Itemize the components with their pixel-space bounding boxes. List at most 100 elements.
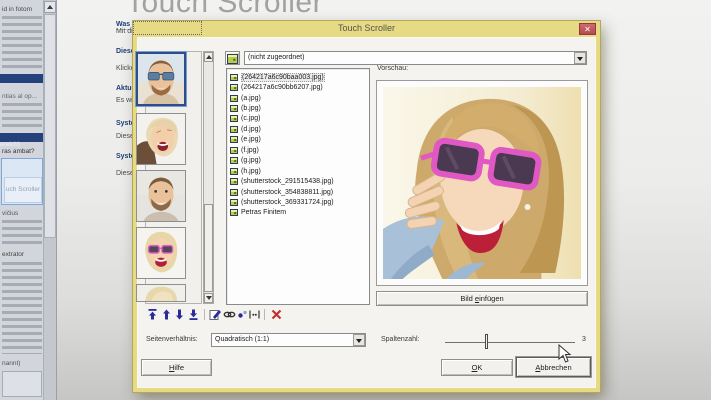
sidebar-selected-bar[interactable] bbox=[0, 74, 43, 83]
aspect-ratio-value: Quadratisch (1:1) bbox=[211, 333, 366, 347]
dropdown-arrow-icon bbox=[577, 57, 583, 61]
image-file-icon bbox=[230, 189, 238, 196]
file-name: (a.jpg) bbox=[241, 95, 261, 102]
thumb-scroll-down-button[interactable] bbox=[204, 293, 213, 303]
image-file-icon bbox=[230, 168, 238, 175]
sidebar-item-nannt[interactable]: nannt) bbox=[2, 360, 43, 367]
close-button[interactable]: ✕ bbox=[579, 23, 596, 35]
help-button[interactable]: Hilfe bbox=[141, 359, 212, 376]
rename-icon[interactable] bbox=[248, 308, 261, 321]
dialog-titlebar[interactable]: Touch Scroller ✕ bbox=[133, 21, 600, 37]
file-row[interactable]: (e.jpg) bbox=[227, 135, 369, 145]
file-name: (shutterstock_354838811.jpg) bbox=[241, 189, 333, 196]
sidebar-skeleton-lines bbox=[2, 103, 42, 130]
sidebar-scrollbar-thumb[interactable] bbox=[44, 14, 56, 238]
file-name: (g.jpg) bbox=[241, 157, 261, 164]
image-category-button[interactable] bbox=[225, 51, 240, 65]
file-row[interactable]: (shutterstock_291515438.jpg) bbox=[227, 176, 369, 186]
file-name: (h.jpg) bbox=[241, 168, 261, 175]
toolbar-separator bbox=[204, 309, 205, 320]
category-combobox[interactable]: (nicht zugeordnet) bbox=[244, 51, 587, 65]
file-name: (shutterstock_291515438.jpg) bbox=[241, 178, 334, 185]
thumb-scrollbar-thumb[interactable] bbox=[204, 204, 213, 292]
file-row[interactable]: (shutterstock_354838811.jpg) bbox=[227, 187, 369, 197]
file-name: (f.jpg) bbox=[241, 147, 259, 154]
up-arrow-icon bbox=[206, 55, 212, 59]
sidebar-item-fotom[interactable]: id in fotom bbox=[2, 6, 43, 13]
aspect-ratio-combobox[interactable]: Quadratisch (1:1) bbox=[211, 333, 366, 347]
sidebar-item-ereich[interactable]: ereich) bbox=[0, 141, 20, 148]
file-name: (b.jpg) bbox=[241, 105, 261, 112]
thumbnail-man-blue-sunglasses[interactable] bbox=[136, 52, 186, 106]
sidebar-selected-bar-2[interactable]: ereich) bbox=[0, 133, 43, 142]
file-name: (d.jpg) bbox=[241, 126, 261, 133]
move-down-icon[interactable] bbox=[173, 308, 186, 321]
sidebar-tile-label[interactable]: uch Scroller bbox=[4, 177, 42, 203]
mouse-cursor bbox=[558, 344, 572, 364]
image-file-icon bbox=[230, 115, 238, 122]
image-file-icon bbox=[230, 178, 238, 185]
file-row[interactable]: (h.jpg) bbox=[227, 166, 369, 176]
columns-slider-thumb[interactable] bbox=[485, 334, 488, 349]
file-row[interactable]: (b.jpg) bbox=[227, 103, 369, 113]
image-file-icon bbox=[230, 105, 238, 112]
move-bottom-icon[interactable] bbox=[187, 308, 200, 321]
move-top-icon[interactable] bbox=[146, 308, 159, 321]
file-name: (264217a6c90bb6207.jpg) bbox=[241, 84, 323, 91]
sidebar-plugin-tile[interactable]: uch Scroller bbox=[1, 158, 43, 205]
file-row[interactable]: (shutterstock_369331724.jpg) bbox=[227, 197, 369, 207]
portrait-thumb-4 bbox=[137, 228, 185, 278]
image-file-icon bbox=[230, 199, 238, 206]
down-arrow-icon bbox=[206, 296, 212, 300]
file-row[interactable]: (264217a6c90bb6207.jpg) bbox=[227, 82, 369, 92]
aspect-ratio-label: Seitenverhältnis: bbox=[146, 336, 198, 343]
image-file-icon bbox=[230, 95, 238, 102]
file-row[interactable]: (264217a6c90baa003.jpg) bbox=[227, 72, 369, 82]
thumb-scroll-up-button[interactable] bbox=[204, 52, 213, 62]
image-file-icon bbox=[230, 84, 238, 91]
image-file-icon bbox=[230, 126, 238, 133]
sidebar-item-extrator[interactable]: extrator bbox=[2, 251, 43, 258]
touch-scroller-dialog: Touch Scroller ✕ bbox=[133, 21, 600, 392]
cancel-button[interactable]: Abbrechen bbox=[516, 357, 591, 377]
thumbnail-woman-pink-sunglasses[interactable] bbox=[136, 227, 186, 279]
file-row[interactable]: (g.jpg) bbox=[227, 156, 369, 166]
sidebar-bottom-box bbox=[2, 371, 42, 397]
thumbnail-man-beard-smiling[interactable] bbox=[136, 170, 186, 222]
image-file-icon bbox=[230, 209, 238, 216]
insert-image-button[interactable]: Bild einfügen bbox=[376, 291, 588, 306]
preview-label: Vorschau: bbox=[377, 65, 408, 72]
link-icon[interactable] bbox=[223, 308, 236, 321]
edit-icon[interactable] bbox=[209, 308, 222, 321]
columns-slider-track[interactable] bbox=[445, 342, 575, 343]
image-file-icon bbox=[230, 147, 238, 154]
ok-button[interactable]: OK bbox=[441, 359, 513, 376]
file-row[interactable]: (a.jpg) bbox=[227, 93, 369, 103]
thumbnail-scrollbar[interactable] bbox=[203, 51, 214, 304]
category-dropdown-button[interactable] bbox=[574, 52, 586, 64]
sidebar-item-vicius[interactable]: vičius bbox=[2, 210, 43, 217]
file-name: (shutterstock_369331724.jpg) bbox=[241, 199, 334, 206]
sidebar-skeleton-lines bbox=[2, 16, 42, 69]
file-row[interactable]: (f.jpg) bbox=[227, 145, 369, 155]
preview-photo-woman-pink-sunglasses bbox=[383, 87, 581, 279]
file-name: (264217a6c90baa003.jpg) bbox=[241, 73, 325, 82]
sidebar-item-ntias[interactable]: ntias al op... bbox=[2, 93, 43, 100]
portrait-thumb-5 bbox=[137, 285, 185, 301]
file-row[interactable]: Petras Finitem bbox=[227, 208, 369, 218]
file-row[interactable]: (d.jpg) bbox=[227, 124, 369, 134]
sidebar-item-ambat[interactable]: ras ambat? bbox=[2, 148, 43, 155]
file-listbox[interactable]: (264217a6c90baa003.jpg) (264217a6c90bb62… bbox=[226, 68, 370, 305]
dialog-title: Touch Scroller bbox=[133, 23, 600, 33]
page-title: Touch Scroller bbox=[126, 0, 323, 20]
aspect-dropdown-button[interactable] bbox=[353, 334, 365, 346]
preview-frame bbox=[376, 80, 588, 286]
file-row[interactable]: (c.jpg) bbox=[227, 114, 369, 124]
move-up-icon[interactable] bbox=[160, 308, 173, 321]
sidebar-scroll-up-button[interactable] bbox=[44, 1, 56, 13]
delete-icon[interactable] bbox=[270, 308, 283, 321]
portrait-thumb-3 bbox=[137, 171, 185, 221]
thumbnail-partial[interactable] bbox=[136, 284, 186, 302]
up-arrow-icon bbox=[47, 5, 53, 9]
thumbnail-woman-laughing[interactable] bbox=[136, 113, 186, 165]
